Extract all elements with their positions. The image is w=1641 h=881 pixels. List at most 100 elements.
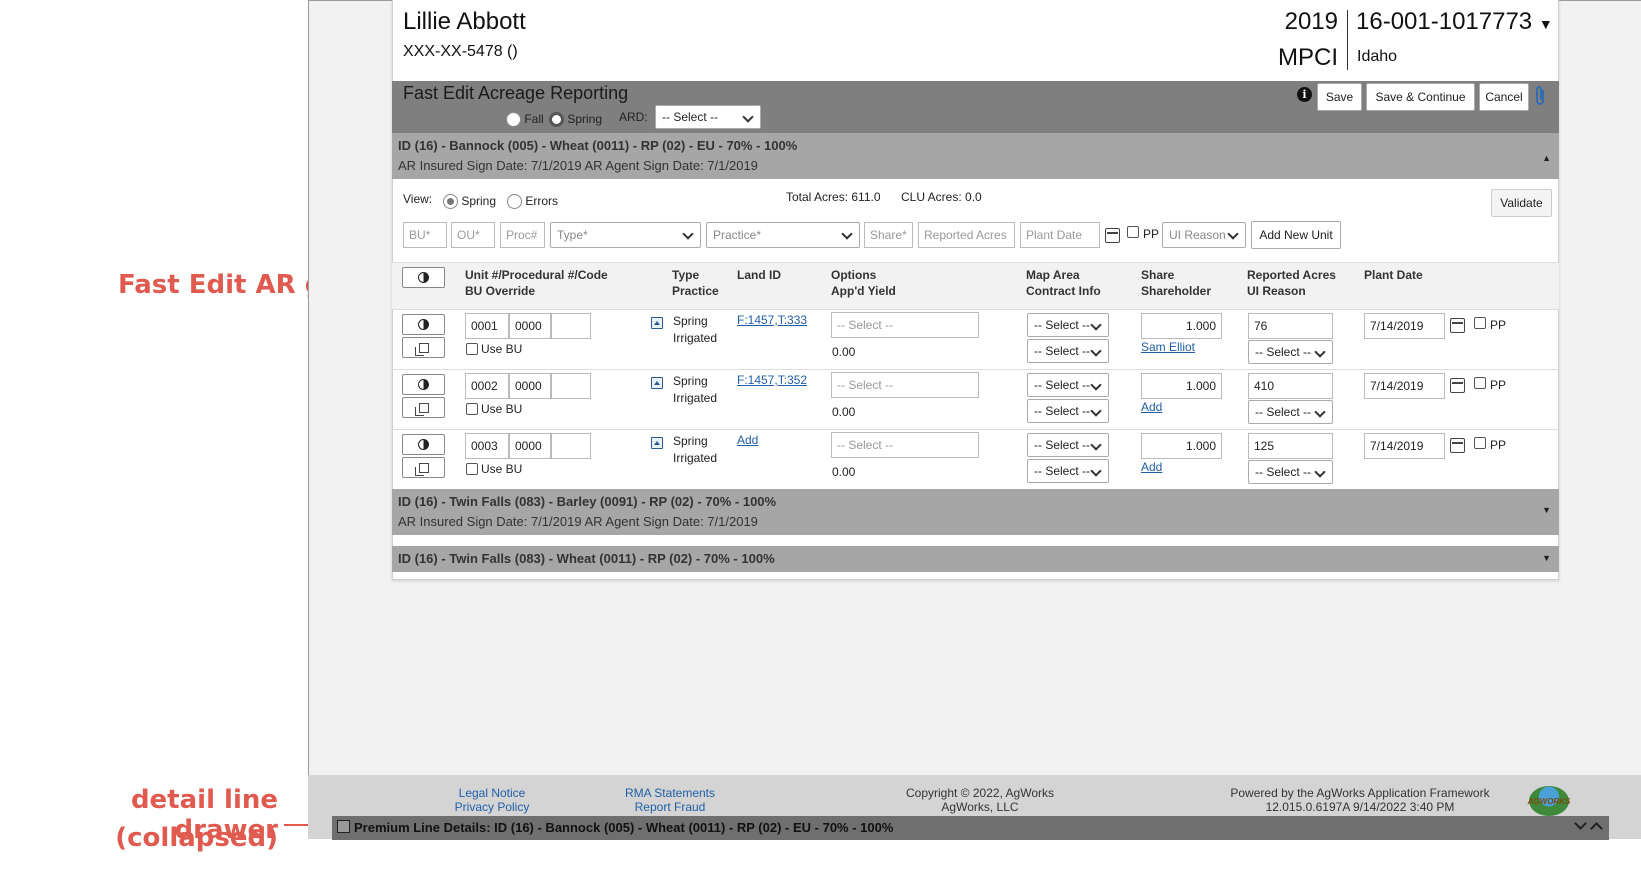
- cancel-button[interactable]: Cancel: [1479, 83, 1529, 111]
- col-share: Share Shareholder: [1141, 267, 1211, 299]
- toggle-all-button[interactable]: [402, 267, 445, 288]
- ard-select[interactable]: -- Select --: [655, 105, 761, 129]
- procedural-input[interactable]: 0000: [509, 313, 551, 339]
- plant-date-input[interactable]: Plant Date: [1020, 222, 1100, 248]
- reported-acres-input[interactable]: 125: [1248, 433, 1333, 459]
- type-practice: Spring Irrigated: [673, 313, 717, 347]
- code-input[interactable]: [551, 313, 591, 339]
- contract-info-select[interactable]: -- Select --: [1027, 459, 1109, 483]
- calendar-icon[interactable]: [1105, 228, 1120, 243]
- share-input[interactable]: 1.000: [1141, 433, 1222, 459]
- save-continue-button[interactable]: Save & Continue: [1366, 83, 1475, 111]
- reported-acres-input[interactable]: Reported Acres: [918, 222, 1015, 248]
- version-text: 12.015.0.6197A 9/14/2022 3:40 PM: [1265, 800, 1455, 814]
- add-new-unit-button[interactable]: Add New Unit: [1251, 221, 1341, 249]
- share-input[interactable]: 1.000: [1141, 313, 1222, 339]
- options-select[interactable]: -- Select --: [831, 372, 979, 398]
- pp-checkbox[interactable]: [1474, 317, 1486, 329]
- ou-input[interactable]: OU*: [451, 222, 495, 248]
- ui-reason-select[interactable]: -- Select --: [1248, 340, 1333, 364]
- pp-checkbox[interactable]: [1474, 437, 1486, 449]
- pp-checkbox[interactable]: [1127, 226, 1139, 238]
- options-select[interactable]: -- Select --: [831, 312, 979, 338]
- calendar-icon[interactable]: [1450, 318, 1465, 333]
- expand-icon[interactable]: [651, 437, 663, 449]
- shareholder-add-link[interactable]: Add: [1141, 460, 1162, 474]
- policy-selector[interactable]: 16-001-1017773 ▼: [1356, 8, 1553, 36]
- info-icon[interactable]: i: [1297, 87, 1312, 102]
- expand-icon[interactable]: [651, 317, 663, 329]
- reported-acres-input[interactable]: 410: [1248, 373, 1333, 399]
- reported-acres-input[interactable]: 76: [1248, 313, 1333, 339]
- season-fall-radio[interactable]: Fall: [506, 112, 544, 128]
- share-input[interactable]: Share*: [864, 222, 913, 248]
- options-select[interactable]: -- Select --: [831, 432, 979, 458]
- unit-number-input[interactable]: 0003: [465, 433, 509, 459]
- report-fraud-link[interactable]: Report Fraud: [610, 800, 730, 814]
- bu-input[interactable]: BU*: [403, 222, 447, 248]
- plant-date-input[interactable]: 7/14/2019: [1364, 373, 1445, 399]
- unit-number-input[interactable]: 0002: [465, 373, 509, 399]
- group-header[interactable]: ID (16) - Twin Falls (083) - Barley (009…: [392, 489, 1559, 535]
- plant-date-input[interactable]: 7/14/2019: [1364, 313, 1445, 339]
- expand-icon[interactable]: ▼: [1542, 553, 1551, 563]
- ui-reason-select[interactable]: -- Select --: [1248, 460, 1333, 484]
- shareholder-add-link[interactable]: Add: [1141, 400, 1162, 414]
- row-practice: Irrigated: [673, 391, 718, 405]
- expand-icon[interactable]: [651, 377, 663, 389]
- procedural-input[interactable]: 0000: [509, 373, 551, 399]
- col-type-line1: Type: [672, 268, 700, 282]
- type-select[interactable]: Type*: [550, 222, 701, 248]
- use-bu-checkbox[interactable]: [466, 463, 478, 475]
- procedural-input[interactable]: 0000: [509, 433, 551, 459]
- row-toggle-button[interactable]: [402, 314, 445, 335]
- row-copy-button[interactable]: [402, 337, 445, 358]
- use-bu-checkbox[interactable]: [466, 403, 478, 415]
- group-title: ID (16) - Twin Falls (083) - Barley (009…: [398, 494, 777, 509]
- row-toggle-button[interactable]: [402, 374, 445, 395]
- group-header[interactable]: ID (16) - Twin Falls (083) - Wheat (0011…: [392, 546, 1559, 572]
- code-input[interactable]: [551, 373, 591, 399]
- use-bu-checkbox[interactable]: [466, 343, 478, 355]
- map-area-select[interactable]: -- Select --: [1027, 373, 1109, 397]
- row-copy-button[interactable]: [402, 457, 445, 478]
- calendar-icon[interactable]: [1450, 378, 1465, 393]
- map-area-select[interactable]: -- Select --: [1027, 313, 1109, 337]
- privacy-policy-link[interactable]: Privacy Policy: [432, 800, 552, 814]
- use-bu-label: Use BU: [481, 462, 523, 476]
- land-id-link[interactable]: F:1457,T:333: [737, 313, 807, 327]
- proc-input[interactable]: Proc#: [500, 222, 545, 248]
- pp-checkbox[interactable]: [1474, 377, 1486, 389]
- land-id-link[interactable]: F:1457,T:352: [737, 373, 807, 387]
- save-button[interactable]: Save: [1317, 83, 1362, 111]
- group-header[interactable]: ID (16) - Bannock (005) - Wheat (0011) -…: [392, 133, 1559, 179]
- ui-reason-select[interactable]: UI Reason: [1162, 222, 1246, 248]
- drawer-expand-icon[interactable]: [337, 820, 350, 833]
- code-input[interactable]: [551, 433, 591, 459]
- view-spring-radio[interactable]: Spring: [443, 194, 496, 210]
- contract-info-select[interactable]: -- Select --: [1027, 339, 1109, 363]
- contract-info-select[interactable]: -- Select --: [1027, 399, 1109, 423]
- ui-reason-select[interactable]: -- Select --: [1248, 400, 1333, 424]
- unit-number-input[interactable]: 0001: [465, 313, 509, 339]
- share-input[interactable]: 1.000: [1141, 373, 1222, 399]
- col-unit-line1: Unit #/Procedural #/Code: [465, 268, 608, 282]
- expand-icon[interactable]: ▼: [1542, 505, 1551, 515]
- map-area-select[interactable]: -- Select --: [1027, 433, 1109, 457]
- row-toggle-button[interactable]: [402, 434, 445, 455]
- legal-notice-link[interactable]: Legal Notice: [432, 786, 552, 800]
- policy-number: 16-001-1017773: [1356, 8, 1533, 35]
- rma-statements-link[interactable]: RMA Statements: [610, 786, 730, 800]
- practice-select[interactable]: Practice*: [706, 222, 860, 248]
- view-errors-radio[interactable]: Errors: [507, 194, 558, 210]
- col-map-line2: Contract Info: [1026, 284, 1101, 298]
- paperclip-icon[interactable]: [1533, 85, 1547, 107]
- row-copy-button[interactable]: [402, 397, 445, 418]
- plant-date-input[interactable]: 7/14/2019: [1364, 433, 1445, 459]
- season-spring-radio[interactable]: Spring: [549, 112, 602, 128]
- collapse-icon[interactable]: ▲: [1542, 153, 1551, 163]
- calendar-icon[interactable]: [1450, 438, 1465, 453]
- validate-button[interactable]: Validate: [1491, 189, 1552, 217]
- shareholder-link[interactable]: Sam Elliot: [1141, 340, 1195, 354]
- land-id-add-link[interactable]: Add: [737, 433, 758, 447]
